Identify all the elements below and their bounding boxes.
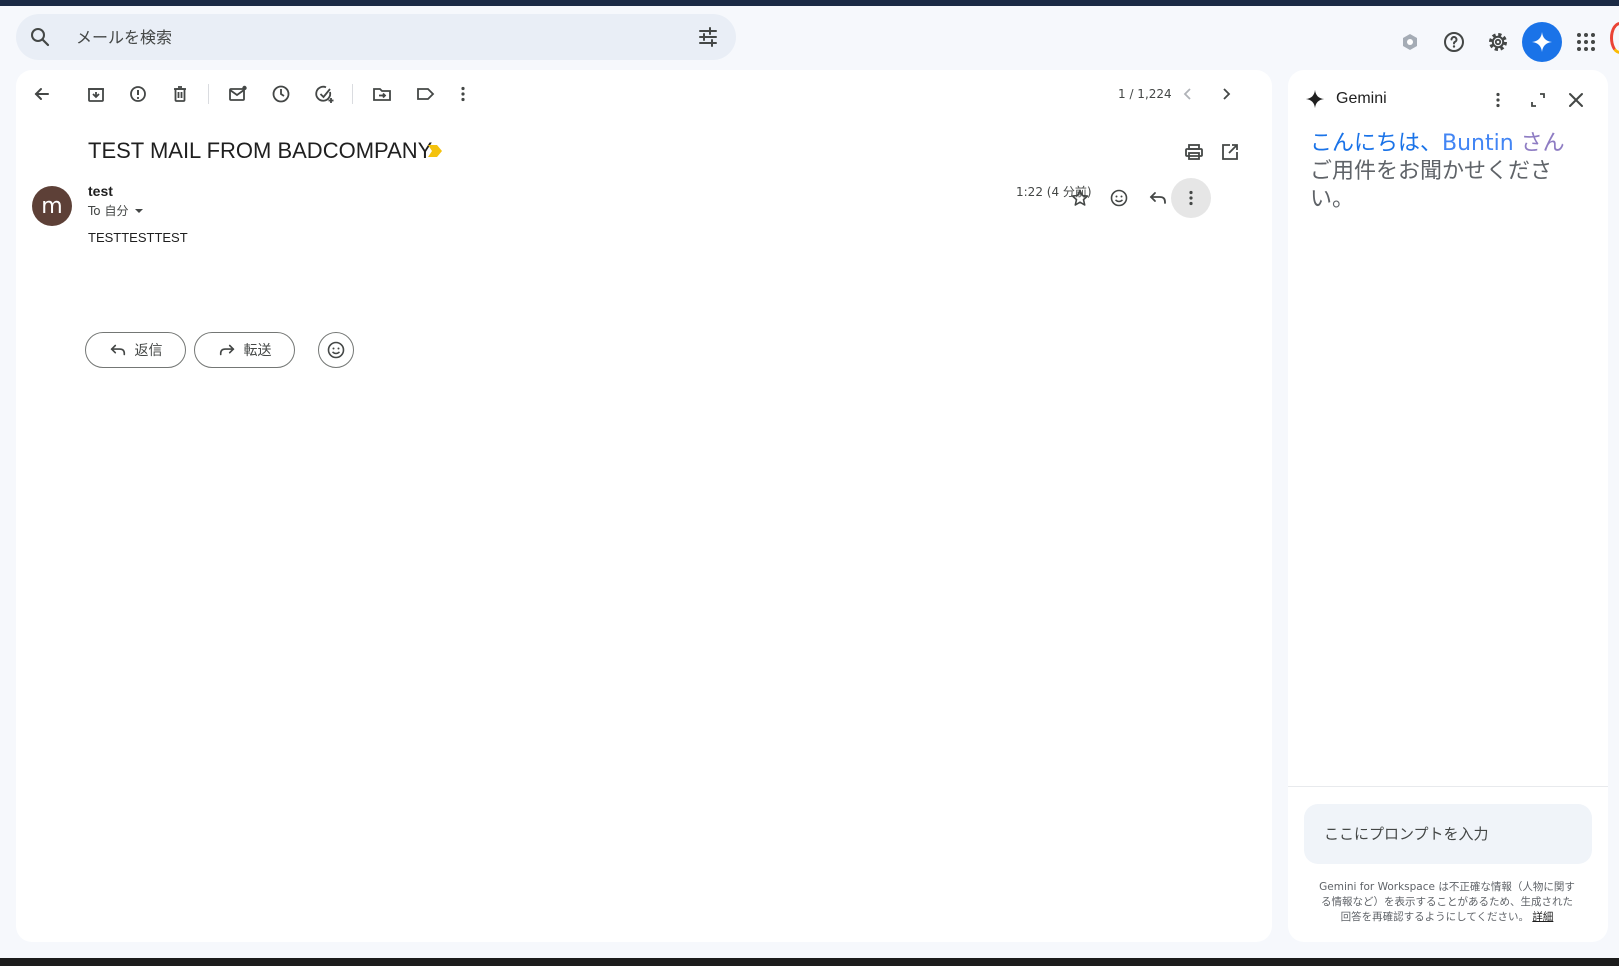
search-options-icon[interactable] (696, 25, 720, 49)
emoji-icon (327, 341, 345, 359)
search-input[interactable] (76, 24, 676, 50)
panel-divider (1288, 786, 1608, 787)
important-marker-icon[interactable] (428, 144, 442, 157)
prompt-box[interactable] (1304, 804, 1592, 864)
gemini-button[interactable] (1522, 22, 1562, 62)
recipient-line[interactable]: To 自分 (88, 202, 146, 219)
label-icon[interactable] (413, 82, 437, 106)
dropdown-caret-icon[interactable] (132, 204, 146, 218)
settings-gear-icon[interactable] (1478, 22, 1518, 62)
greeting-suffix: さん (1513, 131, 1565, 156)
greeting-hello: こんにちは、 (1310, 131, 1443, 156)
snooze-clock-icon[interactable] (269, 82, 293, 106)
archive-icon[interactable] (84, 82, 108, 106)
expand-icon[interactable] (1524, 86, 1552, 114)
gemini-panel: Gemini こんにちは、Buntin さん ご用件をお聞かせください。 Gem… (1288, 70, 1608, 942)
delete-trash-icon[interactable] (168, 82, 192, 106)
window-top-accent (0, 0, 1619, 6)
back-arrow-icon[interactable] (30, 82, 54, 106)
more-vert-icon[interactable] (451, 82, 475, 106)
reply-label: 返信 (134, 343, 163, 359)
recipient-label: To 自分 (88, 204, 129, 218)
account-avatar[interactable] (1610, 22, 1619, 54)
gemini-title: Gemini (1336, 90, 1387, 107)
greeting-prompt: ご用件をお聞かせください。 (1310, 159, 1553, 212)
forward-icon (219, 344, 234, 356)
gemini-disclaimer: Gemini for Workspace は不正確な情報（人物に関する情報など）… (1316, 880, 1578, 925)
prev-chevron-icon[interactable] (1176, 82, 1200, 106)
reply-button[interactable]: 返信 (85, 332, 186, 368)
forward-button[interactable]: 転送 (194, 332, 295, 368)
message-more-vert-icon[interactable] (1171, 178, 1211, 218)
close-icon[interactable] (1562, 86, 1590, 114)
pagination-count: 1 / 1,224 (1118, 87, 1172, 101)
toolbar-divider (352, 84, 353, 104)
email-subject: TEST MAIL FROM BADCOMPANY (88, 138, 433, 163)
toolbar-divider (208, 84, 209, 104)
forward-label: 転送 (243, 343, 272, 359)
star-icon[interactable] (1060, 178, 1100, 218)
add-reaction-emoji-icon[interactable] (1099, 178, 1139, 218)
gemini-more-vert-icon[interactable] (1484, 86, 1512, 114)
prompt-input[interactable] (1324, 822, 1574, 846)
email-view: 1 / 1,224 TEST MAIL FROM BADCOMPANY m te… (16, 70, 1272, 942)
help-icon[interactable] (1434, 22, 1474, 62)
move-to-folder-icon[interactable] (370, 82, 394, 106)
sender-avatar[interactable]: m (32, 186, 72, 226)
mark-unread-icon[interactable] (226, 82, 250, 106)
open-new-window-icon[interactable] (1218, 140, 1242, 164)
report-spam-icon[interactable] (126, 82, 150, 106)
add-task-icon[interactable] (312, 82, 336, 106)
bottom-edge (0, 958, 1619, 966)
next-chevron-icon[interactable] (1214, 82, 1238, 106)
print-icon[interactable] (1182, 140, 1206, 164)
header-actions (1390, 22, 1610, 62)
gemini-sparkle-icon (1532, 32, 1552, 52)
gemini-greeting: こんにちは、Buntin さん ご用件をお聞かせください。 (1310, 130, 1590, 214)
status-shield-icon[interactable] (1390, 22, 1430, 62)
sender-name[interactable]: test (88, 183, 113, 199)
disclaimer-product: Gemini for Workspace (1319, 881, 1435, 893)
greeting-name: Buntin (1442, 131, 1514, 156)
gemini-sparkle-icon (1304, 88, 1326, 110)
search-icon[interactable] (28, 25, 52, 49)
emoji-reaction-button[interactable] (318, 332, 354, 368)
reply-icon (110, 344, 125, 356)
disclaimer-details-link[interactable]: 詳細 (1532, 911, 1553, 923)
email-body: TESTTESTTEST (88, 230, 188, 245)
search-bar[interactable] (16, 14, 736, 60)
email-toolbar: 1 / 1,224 (16, 70, 1272, 118)
apps-grid-icon[interactable] (1566, 22, 1606, 62)
